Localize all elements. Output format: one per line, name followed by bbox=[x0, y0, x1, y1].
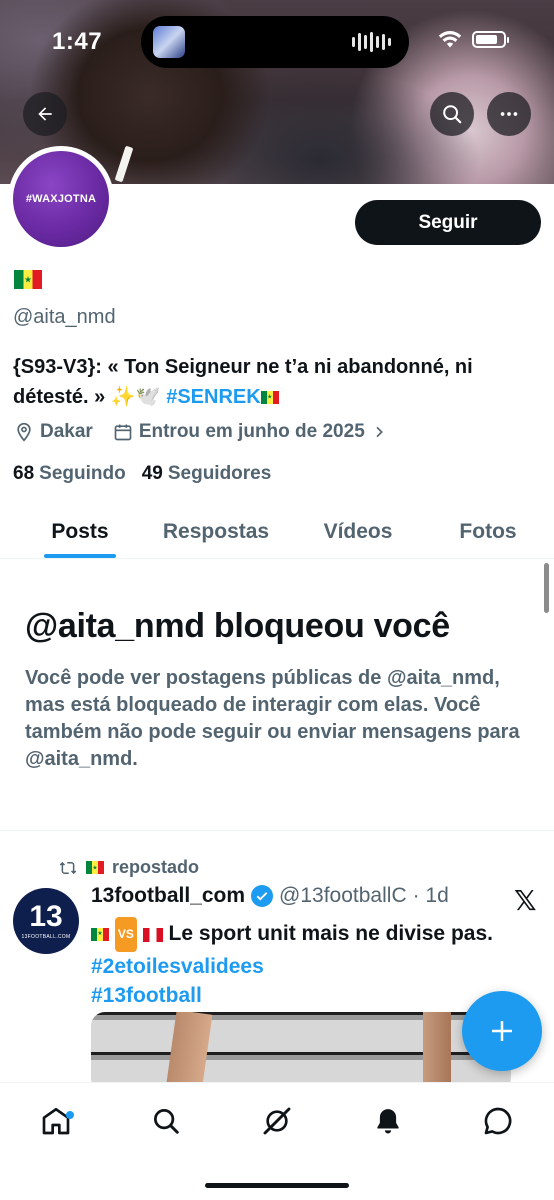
search-icon bbox=[154, 1109, 179, 1134]
followers-link[interactable]: 49 Seguidores bbox=[142, 463, 272, 485]
x-logo-icon: 𝕏 bbox=[514, 884, 537, 917]
profile-tabs: Posts Respostas Vídeos Fotos bbox=[0, 505, 554, 559]
following-count: 68 bbox=[13, 463, 35, 484]
senegal-flag-icon bbox=[260, 391, 279, 405]
profile-stats: 68 Seguindo 49 Seguidores bbox=[13, 463, 271, 485]
messages-icon bbox=[484, 1107, 512, 1135]
repost-icon bbox=[59, 861, 77, 874]
divider bbox=[0, 830, 554, 831]
location-text: Dakar bbox=[40, 421, 93, 442]
post-media-image[interactable] bbox=[91, 1012, 511, 1092]
location-item: Dakar bbox=[14, 421, 93, 443]
senegal-flag-icon bbox=[91, 928, 109, 941]
home-indicator[interactable] bbox=[205, 1183, 349, 1188]
post-author-name[interactable]: 13football_com bbox=[91, 884, 245, 908]
follow-button[interactable]: Seguir bbox=[355, 200, 541, 245]
avatar-text: #WAXJOTNA bbox=[25, 193, 97, 205]
audio-wave-icon bbox=[352, 32, 391, 52]
profile-avatar[interactable]: #WAXJOTNA bbox=[8, 146, 114, 252]
location-pin-icon bbox=[17, 422, 31, 442]
tab-videos[interactable]: Vídeos bbox=[272, 505, 444, 558]
post-author-avatar[interactable]: 13 13FOOTBALL.COM bbox=[13, 888, 79, 954]
joined-text: Entrou em junho de 2025 bbox=[138, 421, 365, 442]
repost-label: repostado bbox=[112, 857, 200, 877]
notification-dot bbox=[66, 1111, 74, 1119]
blocked-description: Você pode ver postagens públicas de @ait… bbox=[25, 667, 520, 770]
verified-badge-icon bbox=[251, 885, 274, 907]
battery-icon bbox=[472, 30, 509, 48]
joined-item[interactable]: Entrou em junho de 2025 bbox=[113, 421, 387, 443]
arrow-left-icon bbox=[38, 107, 52, 121]
nav-notifications[interactable] bbox=[368, 1101, 408, 1141]
more-horizontal-icon bbox=[500, 112, 518, 116]
post-hashtag[interactable]: #2etoilesvalidees bbox=[91, 952, 531, 981]
bio-hashtag[interactable]: #SENREK bbox=[166, 386, 260, 408]
nav-home[interactable] bbox=[36, 1101, 76, 1141]
media-detail bbox=[165, 1012, 213, 1092]
profile-handle: @aita_nmd bbox=[13, 306, 116, 328]
compose-button[interactable] bbox=[462, 991, 542, 1071]
nav-messages[interactable] bbox=[478, 1101, 518, 1141]
post-author-handle[interactable]: @13footballC bbox=[279, 884, 407, 908]
post-text: VS Le sport unit mais ne divise pas. #2e… bbox=[91, 917, 531, 1010]
avatar-image: #WAXJOTNA bbox=[13, 151, 109, 247]
media-detail bbox=[423, 1012, 451, 1092]
tab-posts[interactable]: Posts bbox=[0, 505, 160, 558]
profile-meta: Dakar Entrou em junho de 2025 bbox=[14, 421, 407, 443]
profile-bio: {S93-V3}: « Ton Seigneur ne t’a ni aband… bbox=[13, 352, 543, 412]
status-time: 1:47 bbox=[52, 28, 103, 55]
nav-search[interactable] bbox=[146, 1101, 186, 1141]
post-time: · 1d bbox=[412, 884, 449, 907]
grok-icon bbox=[263, 1107, 291, 1135]
post-hashtag[interactable]: #13football bbox=[91, 981, 531, 1010]
following-label: Seguindo bbox=[39, 463, 126, 484]
wifi-icon bbox=[438, 31, 462, 48]
followers-label: Seguidores bbox=[167, 463, 272, 484]
back-button[interactable] bbox=[23, 92, 67, 136]
nav-grok[interactable] bbox=[257, 1101, 297, 1141]
dynamic-island bbox=[141, 16, 409, 68]
post-body: Le sport unit mais ne divise pas. bbox=[168, 922, 493, 946]
tab-photos[interactable]: Fotos bbox=[444, 505, 532, 558]
blocked-title: @aita_nmd bloqueou você bbox=[25, 607, 450, 645]
post-avatar-text: 13 bbox=[29, 900, 63, 933]
post-avatar-subtext: 13FOOTBALL.COM bbox=[21, 934, 71, 940]
scrollbar[interactable] bbox=[544, 563, 549, 613]
banner-image-detail bbox=[114, 145, 134, 183]
chevron-right-icon bbox=[376, 426, 383, 438]
flag-icon bbox=[142, 927, 163, 942]
following-link[interactable]: 68 Seguindo bbox=[13, 463, 126, 485]
calendar-icon bbox=[114, 424, 132, 441]
plus-icon bbox=[492, 1021, 512, 1041]
repost-indicator: repostado bbox=[58, 857, 199, 878]
home-icon bbox=[42, 1107, 70, 1135]
search-icon bbox=[443, 105, 462, 124]
now-playing-thumbnail bbox=[153, 26, 185, 58]
tab-replies[interactable]: Respostas bbox=[160, 505, 272, 558]
notifications-icon bbox=[377, 1109, 399, 1134]
senegal-flag-icon bbox=[86, 861, 104, 874]
search-button[interactable] bbox=[430, 92, 474, 136]
senegal-flag-icon bbox=[14, 270, 42, 289]
followers-count: 49 bbox=[141, 463, 163, 484]
vs-badge: VS bbox=[114, 917, 137, 952]
status-icons bbox=[438, 30, 509, 48]
display-name-flag bbox=[14, 270, 42, 289]
more-button[interactable] bbox=[487, 92, 531, 136]
post-header: 13football_com @13footballC · 1d bbox=[91, 884, 449, 908]
